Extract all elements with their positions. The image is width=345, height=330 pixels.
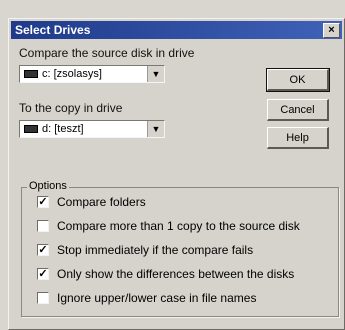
checkbox-unchecked[interactable] <box>37 292 49 304</box>
checkbox-checked[interactable]: ✓ <box>37 244 49 256</box>
dialog-title: Select Drives <box>15 23 91 37</box>
close-button[interactable]: × <box>323 23 340 38</box>
target-drive-select[interactable]: d: [teszt] ▼ <box>19 120 165 138</box>
close-icon: × <box>328 24 335 36</box>
chevron-down-icon[interactable]: ▼ <box>147 66 164 82</box>
title-bar: Select Drives × <box>11 21 342 39</box>
option-label: Compare more than 1 copy to the source d… <box>57 219 300 233</box>
option-label: Compare folders <box>57 195 146 209</box>
select-drives-dialog: Select Drives × Compare the source disk … <box>8 18 345 330</box>
option-label: Only show the differences between the di… <box>57 267 295 281</box>
source-drive-select[interactable]: c: [zsolasys] ▼ <box>19 65 165 83</box>
option-label: Ignore upper/lower case in file names <box>57 291 257 305</box>
source-drive-label: Compare the source disk in drive <box>19 46 195 60</box>
cancel-button[interactable]: Cancel <box>267 99 329 121</box>
chevron-down-icon[interactable]: ▼ <box>147 121 164 137</box>
drive-icon <box>24 70 38 78</box>
help-button[interactable]: Help <box>267 127 329 149</box>
options-group-title: Options <box>27 180 69 192</box>
target-drive-label: To the copy in drive <box>19 101 123 115</box>
drive-icon <box>24 125 38 133</box>
target-drive-value: d: [teszt] <box>42 123 84 135</box>
checkbox-unchecked[interactable] <box>37 220 49 232</box>
checkbox-checked[interactable]: ✓ <box>37 196 49 208</box>
ok-button[interactable]: OK <box>266 68 330 92</box>
option-label: Stop immediately if the compare fails <box>57 243 254 257</box>
checkbox-checked[interactable]: ✓ <box>37 268 49 280</box>
source-drive-value: c: [zsolasys] <box>42 68 102 80</box>
